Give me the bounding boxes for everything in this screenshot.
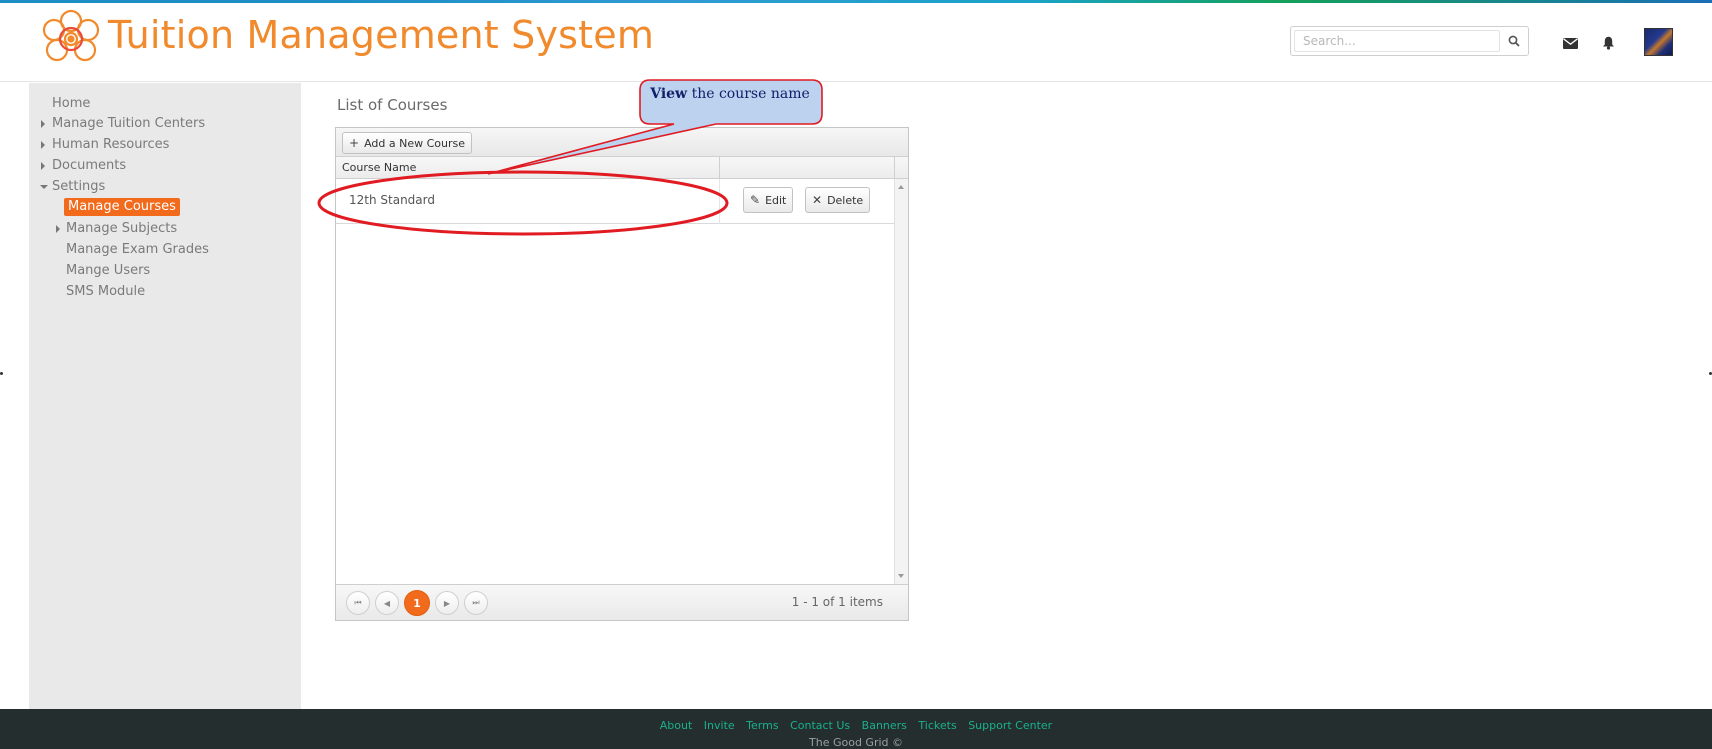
header: Tuition Management System <box>0 3 1712 82</box>
user-avatar[interactable] <box>1644 28 1673 56</box>
footer-link-contact-us[interactable]: Contact Us <box>790 719 850 732</box>
footer-copyright: The Good Grid © <box>809 736 903 749</box>
plus-icon: + <box>349 136 360 150</box>
grid-toolbar: + Add a New Course <box>336 128 908 157</box>
notifications-button[interactable] <box>1599 35 1617 51</box>
sidebar-item-documents[interactable]: Documents <box>52 158 126 174</box>
previous-page-icon: ◀ <box>383 598 391 608</box>
expand-arrow-icon <box>41 141 45 149</box>
scroll-down-arrow-icon[interactable] <box>898 574 904 578</box>
expand-arrow-icon <box>41 120 45 128</box>
sidebar: Home Manage Tuition Centers Human Resour… <box>29 83 301 709</box>
add-course-label: Add a New Course <box>364 136 465 150</box>
column-separator <box>719 157 720 179</box>
table-row[interactable]: 12th Standard ✎ Edit ✕ Delete <box>336 179 894 224</box>
mail-icon <box>1562 37 1578 49</box>
pager-info: 1 - 1 of 1 items <box>791 595 883 609</box>
collapse-arrow-icon <box>40 185 48 189</box>
grid-body: 12th Standard ✎ Edit ✕ Delete <box>336 179 894 584</box>
sidebar-item-settings[interactable]: Settings <box>52 179 105 195</box>
sidebar-item-manage-tuition-centers[interactable]: Manage Tuition Centers <box>52 116 205 132</box>
column-separator <box>894 157 895 179</box>
search-input[interactable] <box>1294 30 1500 52</box>
next-page-button[interactable]: ▶ <box>435 591 459 615</box>
callout-text: View the course name <box>640 86 820 102</box>
callout-bold: View <box>650 86 688 102</box>
search-box <box>1290 26 1529 56</box>
mail-button[interactable] <box>1561 35 1579 51</box>
grid-header: Course Name <box>336 157 908 179</box>
sidebar-item-sms-module[interactable]: SMS Module <box>66 284 145 300</box>
footer-link-about[interactable]: About <box>660 719 693 732</box>
edit-button[interactable]: ✎ Edit <box>743 187 794 213</box>
search-button[interactable] <box>1504 31 1524 51</box>
pager: ⏮ ◀ 1 ▶ ⏭ 1 - 1 of 1 items <box>336 584 908 620</box>
sidebar-item-manage-exam-grades[interactable]: Manage Exam Grades <box>66 242 209 258</box>
vertical-scrollbar[interactable] <box>894 179 908 584</box>
delete-button[interactable]: ✕ Delete <box>805 187 871 213</box>
delete-label: Delete <box>827 193 864 207</box>
close-icon: ✕ <box>812 193 823 207</box>
footer-links: About Invite Terms Contact Us Banners Ti… <box>0 719 1712 732</box>
current-page-button[interactable]: 1 <box>404 590 430 616</box>
courses-grid: + Add a New Course Course Name 12th Stan… <box>335 127 909 621</box>
scroll-up-arrow-icon[interactable] <box>898 185 904 189</box>
column-header-course-name[interactable]: Course Name <box>342 161 416 174</box>
course-name-cell: 12th Standard <box>349 193 435 207</box>
first-page-button[interactable]: ⏮ <box>346 591 370 615</box>
footer-link-invite[interactable]: Invite <box>704 719 735 732</box>
add-course-button[interactable]: + Add a New Course <box>342 132 472 154</box>
footer-link-terms[interactable]: Terms <box>746 719 778 732</box>
last-page-button[interactable]: ⏭ <box>464 591 488 615</box>
first-page-icon: ⏮ <box>354 598 362 607</box>
sidebar-item-manage-subjects[interactable]: Manage Subjects <box>66 221 177 237</box>
previous-page-button[interactable]: ◀ <box>375 591 399 615</box>
sidebar-item-mange-users[interactable]: Mange Users <box>66 263 150 279</box>
footer-link-support-center[interactable]: Support Center <box>968 719 1052 732</box>
edit-label: Edit <box>765 193 787 207</box>
bell-icon <box>1602 36 1614 50</box>
footer-link-tickets[interactable]: Tickets <box>918 719 956 732</box>
sidebar-item-manage-courses[interactable]: Manage Courses <box>64 198 180 216</box>
sidebar-item-human-resources[interactable]: Human Resources <box>52 137 169 153</box>
flower-logo-icon <box>42 9 100 62</box>
edge-marker <box>0 372 3 375</box>
page-title: List of Courses <box>337 96 448 114</box>
callout-rest: the course name <box>687 86 810 102</box>
pencil-icon: ✎ <box>750 193 761 207</box>
expand-arrow-icon <box>41 162 45 170</box>
footer-link-banners[interactable]: Banners <box>862 719 907 732</box>
sidebar-item-home[interactable]: Home <box>52 96 90 112</box>
cell-separator <box>719 179 720 224</box>
last-page-icon: ⏭ <box>472 598 480 607</box>
search-icon <box>1508 35 1520 47</box>
expand-arrow-icon <box>56 225 60 233</box>
footer: About Invite Terms Contact Us Banners Ti… <box>0 709 1712 749</box>
app-title: Tuition Management System <box>108 13 655 57</box>
next-page-icon: ▶ <box>443 598 451 608</box>
